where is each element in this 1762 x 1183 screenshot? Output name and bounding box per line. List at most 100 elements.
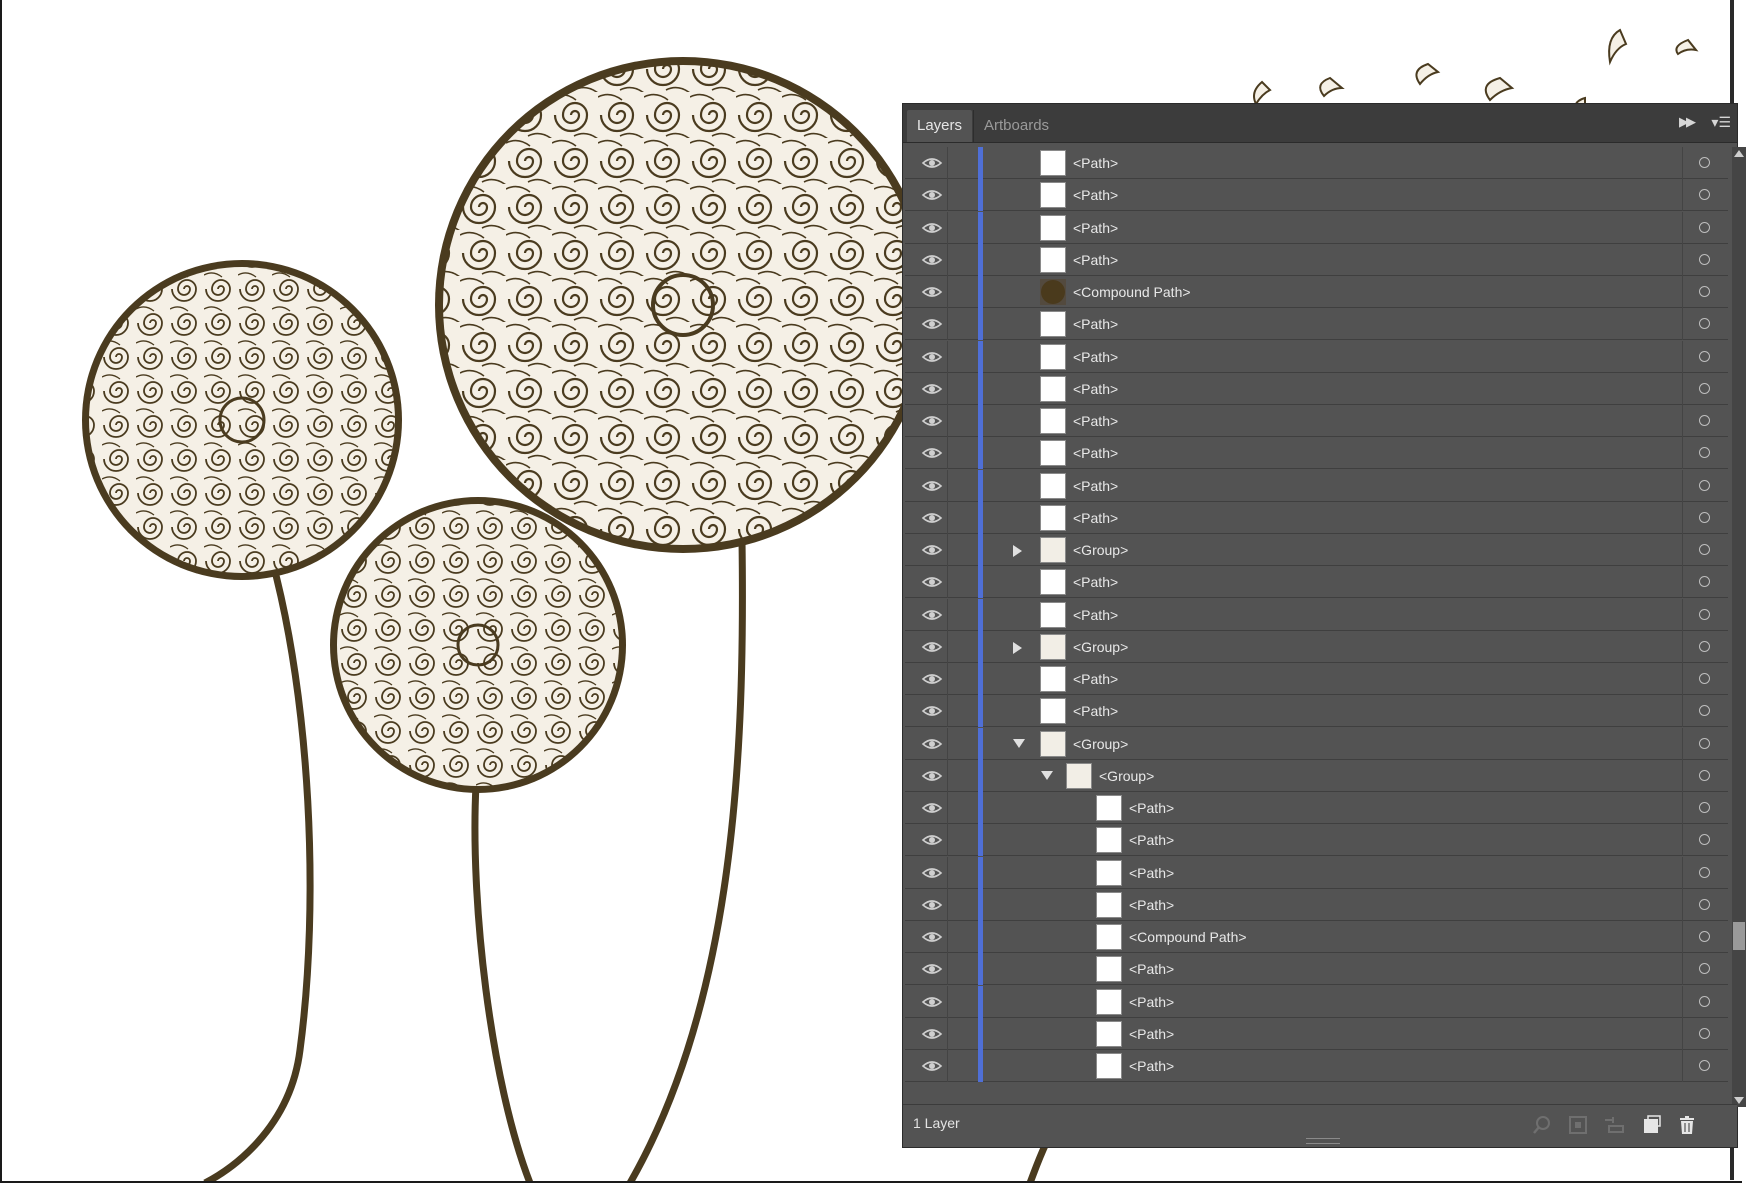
- target-circle-icon[interactable]: [1699, 673, 1710, 684]
- lock-toggle[interactable]: [949, 308, 977, 340]
- target-circle-icon[interactable]: [1699, 318, 1710, 330]
- lock-toggle[interactable]: [949, 792, 977, 824]
- visibility-eye-icon[interactable]: [921, 863, 943, 883]
- tab-layers[interactable]: Layers: [907, 110, 973, 142]
- visibility-eye-icon[interactable]: [921, 637, 943, 657]
- layer-name[interactable]: <Path>: [1073, 341, 1118, 373]
- layer-row[interactable]: <Path>: [905, 469, 1728, 502]
- layer-name[interactable]: <Path>: [1073, 244, 1118, 276]
- visibility-eye-icon[interactable]: [921, 443, 943, 463]
- layer-name[interactable]: <Group>: [1073, 631, 1128, 663]
- visibility-eye-icon[interactable]: [921, 540, 943, 560]
- layer-name[interactable]: <Group>: [1099, 760, 1154, 792]
- visibility-eye-icon[interactable]: [921, 669, 943, 689]
- lock-toggle[interactable]: [949, 244, 977, 276]
- layer-name[interactable]: <Path>: [1129, 986, 1174, 1018]
- lock-toggle[interactable]: [949, 502, 977, 534]
- layer-name[interactable]: <Compound Path>: [1129, 921, 1247, 953]
- layer-name[interactable]: <Path>: [1073, 695, 1118, 727]
- layers-scrollbar[interactable]: [1732, 147, 1746, 1107]
- scroll-thumb[interactable]: [1733, 922, 1745, 950]
- target-circle-icon[interactable]: [1699, 189, 1710, 201]
- layer-name[interactable]: <Path>: [1073, 147, 1118, 179]
- visibility-eye-icon[interactable]: [921, 347, 943, 367]
- lock-toggle[interactable]: [949, 534, 977, 566]
- layer-row[interactable]: <Path>: [905, 437, 1728, 470]
- target-circle-icon[interactable]: [1699, 737, 1710, 749]
- visibility-eye-icon[interactable]: [921, 185, 943, 205]
- visibility-eye-icon[interactable]: [921, 766, 943, 786]
- layer-row[interactable]: <Path>: [905, 792, 1728, 824]
- layer-row[interactable]: <Path>: [905, 663, 1728, 695]
- layer-name[interactable]: <Path>: [1073, 179, 1118, 211]
- visibility-eye-icon[interactable]: [921, 508, 943, 528]
- layer-row-group[interactable]: <Group>: [905, 630, 1728, 663]
- layer-row-group[interactable]: <Group>: [905, 534, 1728, 566]
- layer-name[interactable]: <Path>: [1073, 308, 1118, 340]
- layer-row[interactable]: <Path>: [905, 888, 1728, 921]
- layer-row[interactable]: <Path>: [905, 340, 1728, 373]
- lock-toggle[interactable]: [949, 1050, 977, 1082]
- layer-row[interactable]: <Path>: [905, 953, 1728, 986]
- visibility-eye-icon[interactable]: [921, 411, 943, 431]
- layer-row[interactable]: <Compound Path>: [905, 276, 1728, 308]
- target-circle-icon[interactable]: [1699, 157, 1710, 168]
- lock-toggle[interactable]: [949, 341, 977, 373]
- lock-toggle[interactable]: [949, 857, 977, 889]
- layer-row[interactable]: <Path>: [905, 372, 1728, 405]
- target-circle-icon[interactable]: [1699, 253, 1710, 265]
- lock-toggle[interactable]: [949, 824, 977, 856]
- target-circle-icon[interactable]: [1699, 286, 1710, 297]
- target-circle-icon[interactable]: [1699, 931, 1710, 942]
- create-sublayer-icon[interactable]: [1603, 1114, 1625, 1136]
- visibility-eye-icon[interactable]: [921, 282, 943, 302]
- target-circle-icon[interactable]: [1699, 705, 1710, 717]
- target-circle-icon[interactable]: [1699, 221, 1710, 233]
- visibility-eye-icon[interactable]: [921, 992, 943, 1012]
- layer-row[interactable]: <Path>: [905, 824, 1728, 857]
- layer-name[interactable]: <Path>: [1129, 889, 1174, 921]
- visibility-eye-icon[interactable]: [921, 250, 943, 270]
- layer-row[interactable]: <Compound Path>: [905, 921, 1728, 953]
- visibility-eye-icon[interactable]: [921, 572, 943, 592]
- target-circle-icon[interactable]: [1699, 544, 1710, 555]
- locate-object-icon[interactable]: [1531, 1114, 1553, 1136]
- lock-toggle[interactable]: [949, 179, 977, 211]
- lock-toggle[interactable]: [949, 147, 977, 179]
- layer-row[interactable]: <Path>: [905, 856, 1728, 889]
- visibility-eye-icon[interactable]: [921, 1056, 943, 1076]
- target-circle-icon[interactable]: [1699, 898, 1710, 910]
- layer-name[interactable]: <Path>: [1073, 212, 1118, 244]
- layer-row[interactable]: <Path>: [905, 695, 1728, 728]
- target-circle-icon[interactable]: [1699, 479, 1710, 491]
- visibility-eye-icon[interactable]: [921, 830, 943, 850]
- visibility-eye-icon[interactable]: [921, 959, 943, 979]
- target-circle-icon[interactable]: [1699, 1060, 1710, 1071]
- visibility-eye-icon[interactable]: [921, 314, 943, 334]
- layer-row[interactable]: <Path>: [905, 308, 1728, 341]
- layer-row[interactable]: <Path>: [905, 211, 1728, 244]
- visibility-eye-icon[interactable]: [921, 218, 943, 238]
- expand-right-triangle-icon[interactable]: [1013, 545, 1022, 557]
- lock-toggle[interactable]: [949, 1018, 977, 1050]
- lock-toggle[interactable]: [949, 470, 977, 502]
- lock-toggle[interactable]: [949, 631, 977, 663]
- expand-down-triangle-icon[interactable]: [1013, 738, 1025, 748]
- layer-name[interactable]: <Path>: [1129, 1050, 1174, 1082]
- visibility-eye-icon[interactable]: [921, 1024, 943, 1044]
- layer-row[interactable]: <Path>: [905, 566, 1728, 599]
- layer-name[interactable]: <Path>: [1073, 663, 1118, 695]
- visibility-eye-icon[interactable]: [921, 476, 943, 496]
- target-circle-icon[interactable]: [1699, 802, 1710, 813]
- target-circle-icon[interactable]: [1699, 608, 1710, 620]
- layer-row[interactable]: <Path>: [905, 1017, 1728, 1050]
- target-circle-icon[interactable]: [1699, 769, 1710, 781]
- tab-artboards[interactable]: Artboards: [973, 110, 1059, 142]
- target-circle-icon[interactable]: [1699, 640, 1710, 652]
- layer-name[interactable]: <Path>: [1073, 470, 1118, 502]
- lock-toggle[interactable]: [949, 276, 977, 308]
- scroll-up-arrow-icon[interactable]: [1734, 150, 1744, 157]
- target-circle-icon[interactable]: [1699, 511, 1710, 523]
- layer-row-group[interactable]: <Group>: [905, 759, 1728, 792]
- layer-name[interactable]: <Group>: [1073, 534, 1128, 566]
